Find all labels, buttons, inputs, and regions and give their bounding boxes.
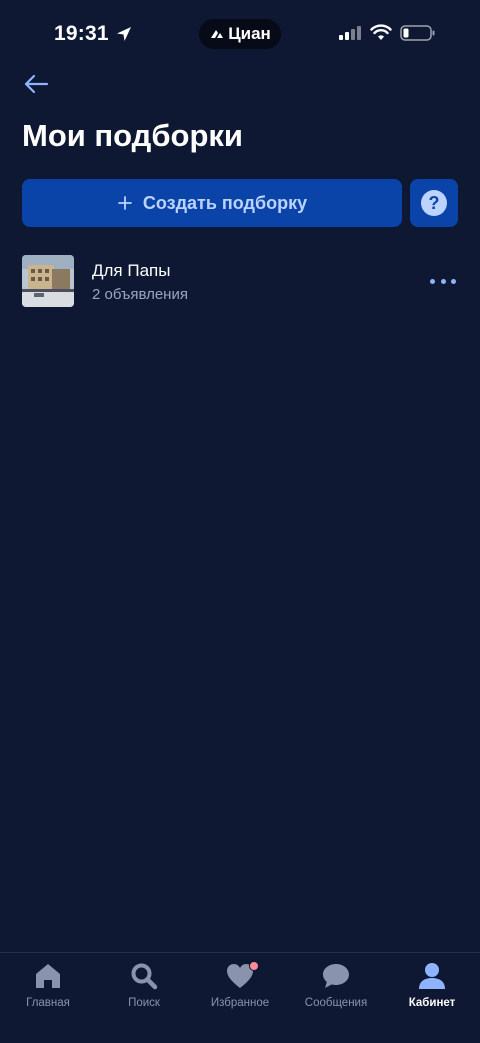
search-icon <box>131 963 158 990</box>
dynamic-island: Циан <box>199 19 281 49</box>
island-label: Циан <box>228 24 271 43</box>
more-options-button[interactable] <box>430 269 456 293</box>
tab-favorites-label: Избранное <box>210 997 270 1009</box>
chat-icon <box>323 964 349 988</box>
profile-icon <box>419 963 445 989</box>
status-time: 19:31 <box>54 22 133 46</box>
wifi-icon <box>370 24 392 40</box>
tab-profile[interactable]: Кабинет <box>384 953 480 1043</box>
tab-messages[interactable]: Сообщения <box>288 953 384 1043</box>
tab-search-label: Поиск <box>128 997 160 1009</box>
page-title: Мои подборки <box>22 118 243 153</box>
building-photo-icon <box>22 255 74 307</box>
collection-thumbnail <box>22 255 74 307</box>
help-button[interactable]: ? <box>410 179 458 227</box>
tab-search[interactable]: Поиск <box>96 953 192 1043</box>
more-dot-icon <box>440 278 446 284</box>
tab-favorites[interactable]: Избранное <box>192 953 288 1043</box>
plus-icon <box>117 196 132 210</box>
status-icons <box>338 24 436 42</box>
create-collection-button[interactable]: Создать подборку <box>22 179 402 227</box>
location-arrow-icon <box>116 27 131 41</box>
more-dot-icon <box>430 278 435 284</box>
status-time-text: 19:31 <box>54 22 109 45</box>
tab-home-label: Главная <box>26 997 70 1009</box>
collection-item[interactable]: Для Папы 2 объявления <box>22 255 458 309</box>
more-dot-icon <box>451 278 456 284</box>
cian-logo-icon <box>211 30 224 38</box>
question-icon: ? <box>421 190 447 216</box>
status-bar: 19:31 Циан <box>0 0 480 70</box>
signal-icon <box>339 26 361 40</box>
tab-home[interactable]: Главная <box>0 953 96 1043</box>
battery-icon <box>400 25 435 41</box>
tab-bar: Главная Поиск Избранное Сообщения Кабине… <box>0 952 480 1043</box>
tab-profile-label: Кабинет <box>408 997 456 1009</box>
back-button[interactable] <box>20 70 52 98</box>
arrow-left-icon <box>24 74 49 94</box>
tab-messages-label: Сообщения <box>304 997 368 1009</box>
favorites-badge-dot <box>249 961 259 971</box>
screen: 19:31 Циан Мои подборки Создать подборку… <box>0 0 480 1043</box>
home-icon <box>36 964 60 988</box>
create-collection-label: Создать подборку <box>142 192 308 213</box>
collection-title: Для Папы <box>92 261 171 280</box>
collection-count: 2 объявления <box>92 286 188 303</box>
